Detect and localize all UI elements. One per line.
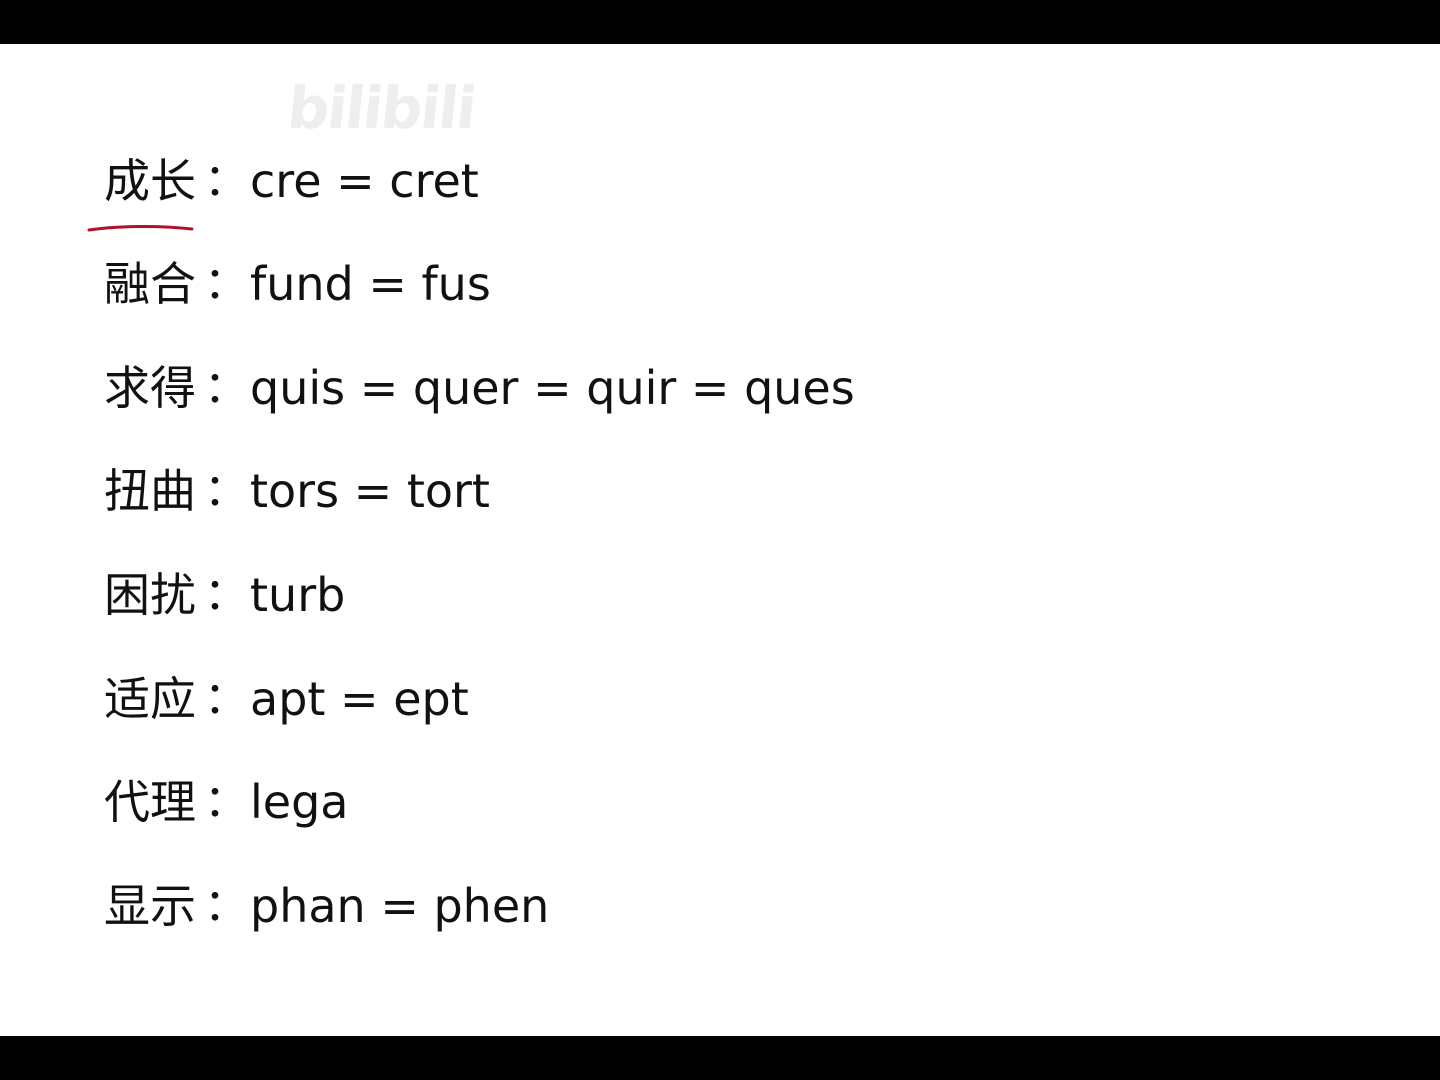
root-forms: lega [250,775,349,829]
colon: ： [204,258,248,309]
slide-canvas: bilibili 成长 ： cre = cret 融合 ： fund = fus… [0,44,1440,1036]
root-forms: fund = fus [250,257,491,311]
root-forms: turb [250,568,346,622]
meaning-zh: 融合 [104,257,196,311]
colon: ： [204,673,248,724]
bilibili-watermark: bilibili [284,74,478,142]
root-forms: phan = phen [250,879,550,933]
meaning-zh: 困扰 [104,568,196,622]
meaning-zh: 代理 [104,775,196,829]
red-underline-mark [87,224,194,232]
vocab-row: 求得 ： quis = quer = quir = ques [104,353,855,423]
root-forms: apt = ept [250,672,469,726]
colon: ： [204,155,248,206]
meaning-zh: 扭曲 [104,464,196,518]
meaning-zh: 显示 [104,879,196,933]
meaning-zh: 成长 [104,154,196,208]
video-frame: bilibili 成长 ： cre = cret 融合 ： fund = fus… [0,0,1440,1080]
root-forms: tors = tort [250,464,490,518]
vocab-row: 成长 ： cre = cret [104,146,479,216]
colon: ： [204,569,248,620]
colon: ： [204,465,248,516]
root-forms: quis = quer = quir = ques [250,361,855,415]
colon: ： [204,362,248,413]
vocab-row: 融合 ： fund = fus [104,249,491,319]
root-forms: cre = cret [250,154,479,208]
colon: ： [204,776,248,827]
meaning-zh: 适应 [104,672,196,726]
vocab-row: 困扰 ： turb [104,560,345,630]
vocab-row: 代理 ： lega [104,767,348,837]
vocab-row: 扭曲 ： tors = tort [104,456,490,526]
colon: ： [204,880,248,931]
vocab-row: 适应 ： apt = ept [104,664,469,734]
vocab-row: 显示 ： phan = phen [104,871,549,941]
meaning-zh: 求得 [104,361,196,415]
